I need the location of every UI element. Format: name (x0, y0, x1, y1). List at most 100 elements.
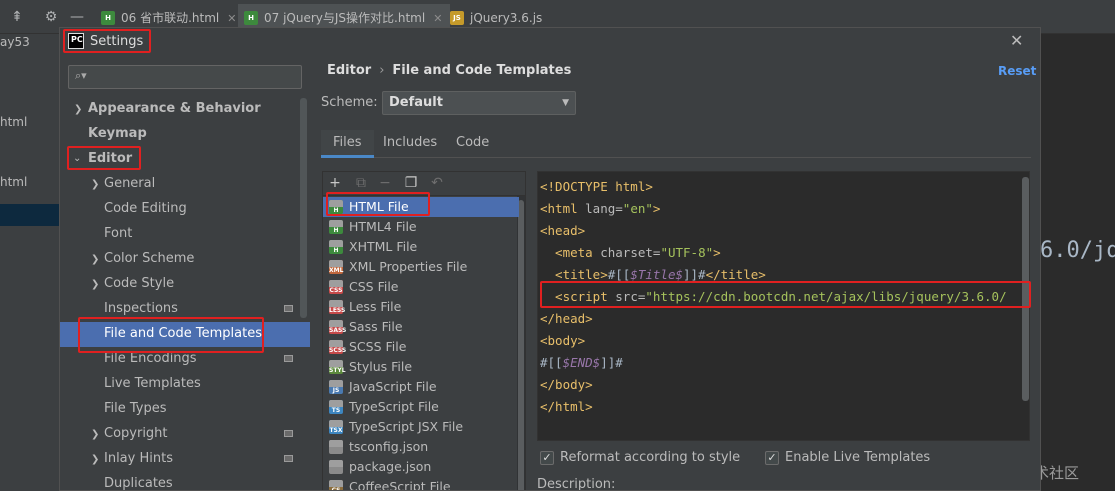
tree-item-duplicates[interactable]: Duplicates (104, 472, 173, 490)
dialog-titlebar[interactable]: PC Settings ✕ (60, 28, 1040, 56)
template-list-item[interactable]: H XHTML File (323, 237, 519, 257)
template-list-item[interactable]: XML XML Properties File (323, 257, 519, 277)
collapse-icon[interactable]: ⇞ (8, 8, 26, 26)
template-list-item[interactable]: TSX TypeScript JSX File (323, 417, 519, 437)
template-list-item-label: HTML4 File (349, 219, 417, 234)
file-type-icon: H (329, 240, 343, 254)
template-list-item-label: XHTML File (349, 239, 418, 254)
expand-arrow-icon[interactable]: ❯ (74, 104, 82, 115)
template-list-item-label: tsconfig.json (349, 439, 429, 454)
tree-item-font[interactable]: Font (104, 222, 132, 246)
js-file-icon: JS (450, 11, 464, 25)
template-list-item[interactable]: JS JavaScript File (323, 377, 519, 397)
expand-arrow-icon[interactable]: ❯ (91, 254, 99, 265)
code-line: <meta charset="UTF-8"> (540, 245, 721, 260)
template-list-item-label: Sass File (349, 319, 403, 334)
duplicate-icon[interactable]: ❐ (403, 175, 419, 191)
tab-code[interactable]: Code (444, 130, 501, 158)
project-settings-icon (284, 455, 293, 462)
template-tabs: Files Includes Code (321, 130, 1031, 158)
tree-item-live-templates[interactable]: Live Templates (104, 372, 201, 396)
description-label: Description: (537, 477, 616, 491)
close-tab-icon[interactable]: ✕ (227, 12, 236, 25)
remove-icon[interactable]: − (377, 175, 393, 191)
breadcrumb-separator-icon: › (379, 63, 385, 78)
expand-arrow-icon[interactable]: ❯ (91, 279, 99, 290)
template-list-item[interactable]: CSS CSS File (323, 277, 519, 297)
gear-icon[interactable]: ⚙ (42, 8, 60, 26)
project-panel: ay53 html html (0, 34, 60, 491)
reformat-checkbox[interactable]: ✓ (540, 451, 554, 465)
file-type-icon: CSS (329, 280, 343, 294)
template-list-item-label: package.json (349, 459, 432, 474)
tree-item-general[interactable]: General (104, 172, 155, 196)
expand-arrow-icon[interactable]: ❯ (91, 179, 99, 190)
breadcrumb-current: File and Code Templates (392, 63, 572, 78)
template-list-item[interactable]: SASS Sass File (323, 317, 519, 337)
reset-link[interactable]: Reset (998, 64, 1036, 78)
template-list-item[interactable]: H HTML4 File (323, 217, 519, 237)
copy-template-icon[interactable]: ⧉ (353, 175, 369, 191)
tree-item-color-scheme[interactable]: Color Scheme (104, 247, 194, 271)
file-type-icon: STYL (329, 360, 346, 374)
reformat-label[interactable]: Reformat according to style (560, 450, 740, 465)
template-list-item[interactable]: SCSS SCSS File (323, 337, 519, 357)
editor-tab-label: jQuery3.6.js (470, 11, 543, 25)
code-line: </body> (540, 377, 593, 392)
file-type-icon: SASS (329, 320, 346, 334)
project-selected-row (0, 204, 60, 226)
file-type-icon (329, 440, 343, 454)
code-line: <head> (540, 223, 586, 238)
editor-tab-label: 07 jQuery与JS操作对比.html (264, 11, 426, 25)
tree-item-keymap[interactable]: Keymap (88, 122, 147, 146)
template-list-item-label: TypeScript JSX File (349, 419, 464, 434)
live-templates-checkbox[interactable]: ✓ (765, 451, 779, 465)
minimize-icon[interactable]: — (68, 8, 86, 26)
breadcrumb: Editor › File and Code Templates (327, 63, 571, 78)
file-type-icon (329, 460, 343, 474)
template-list-item[interactable]: LESS Less File (323, 297, 519, 317)
scheme-dropdown[interactable]: Default ▼ (382, 91, 576, 115)
tree-item-code-editing[interactable]: Code Editing (104, 197, 187, 221)
template-list-item[interactable]: TS TypeScript File (323, 397, 519, 417)
tab-includes[interactable]: Includes (371, 130, 449, 158)
settings-search-input[interactable]: ⌕▾ (68, 65, 302, 89)
expand-arrow-icon[interactable]: ❯ (91, 429, 99, 440)
template-list-item-label: SCSS File (349, 339, 407, 354)
revert-icon[interactable]: ↶ (429, 175, 445, 191)
html-file-icon: H (244, 11, 258, 25)
file-type-icon: LESS (329, 300, 345, 314)
project-item[interactable]: html (0, 175, 27, 189)
close-tab-icon[interactable]: ✕ (433, 12, 442, 25)
breadcrumb-parent[interactable]: Editor (327, 63, 371, 78)
template-list-item[interactable]: STYL Stylus File (323, 357, 519, 377)
live-templates-label[interactable]: Enable Live Templates (785, 450, 930, 465)
add-icon[interactable]: + (327, 175, 343, 191)
template-list-item-label: JavaScript File (349, 379, 437, 394)
tree-scrollbar[interactable] (300, 98, 307, 318)
scheme-value: Default (389, 95, 443, 110)
template-list-item[interactable]: package.json (323, 457, 519, 477)
tree-item-copyright[interactable]: Copyright (104, 422, 168, 446)
dropdown-arrow-icon: ▼ (562, 98, 569, 108)
project-item[interactable]: html (0, 115, 27, 129)
file-type-icon: H (329, 220, 343, 234)
tree-item-appearance[interactable]: Appearance & Behavior (88, 97, 261, 121)
tab-files[interactable]: Files (321, 130, 374, 158)
template-list-item[interactable]: tsconfig.json (323, 437, 519, 457)
code-line: <!DOCTYPE html> (540, 179, 653, 194)
file-type-icon: JS (329, 380, 343, 394)
file-type-icon: TSX (329, 420, 343, 434)
editor-tab-label: 06 省市联动.html (121, 11, 220, 25)
tree-item-inlay-hints[interactable]: Inlay Hints (104, 447, 173, 471)
tree-item-code-style[interactable]: Code Style (104, 272, 174, 296)
tree-item-file-types[interactable]: File Types (104, 397, 167, 421)
project-settings-icon (284, 305, 293, 312)
project-item[interactable]: ay53 (0, 35, 30, 49)
code-line: #[[$END$]]# (540, 355, 623, 370)
template-list-item-label: XML Properties File (349, 259, 468, 274)
close-icon[interactable]: ✕ (1010, 31, 1023, 50)
template-list-item[interactable]: CS CoffeeScript File (323, 477, 519, 490)
expand-arrow-icon[interactable]: ❯ (91, 454, 99, 465)
html-file-icon: H (101, 11, 115, 25)
